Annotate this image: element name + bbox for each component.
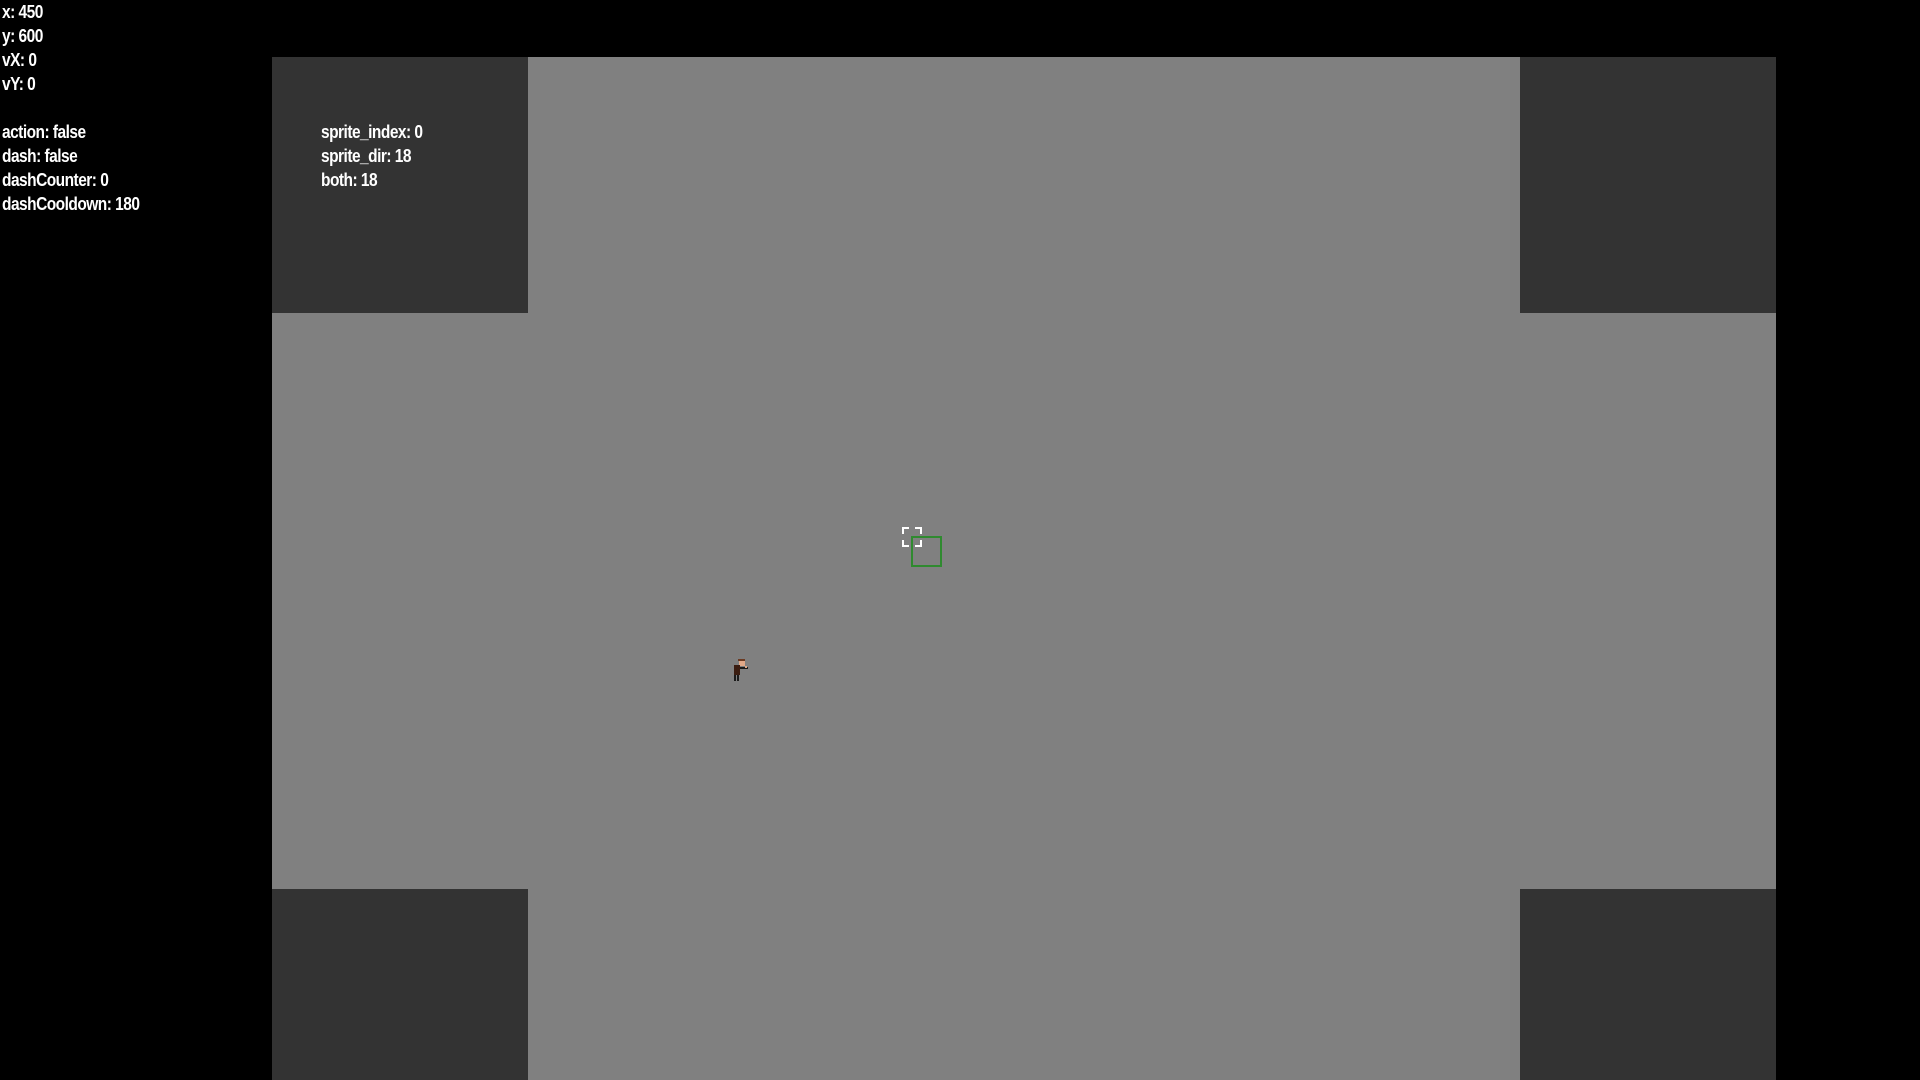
debug-both: both: 18 <box>321 170 378 190</box>
game-screen[interactable]: x: 450 y: 600 vX: 0 vY: 0 action: false … <box>0 0 1920 1080</box>
debug-vx: vX: 0 <box>2 50 37 70</box>
player-sprite[interactable] <box>732 659 750 681</box>
debug-action: action: false <box>2 122 86 142</box>
debug-dash-cooldown: dashCooldown: 180 <box>2 194 140 214</box>
debug-dash-counter: dashCounter: 0 <box>2 170 109 190</box>
wall-bottom-left <box>272 889 528 1080</box>
debug-x: x: 450 <box>2 2 43 22</box>
wall-top-right <box>1520 57 1776 313</box>
debug-sprite-dir: sprite_dir: 18 <box>321 146 412 166</box>
debug-sprite-index: sprite_index: 0 <box>321 122 423 142</box>
debug-dash: dash: false <box>2 146 78 166</box>
debug-hud: x: 450 y: 600 vX: 0 vY: 0 action: false … <box>2 0 140 216</box>
arena-floor <box>272 57 1776 1080</box>
debug-y: y: 600 <box>2 26 43 46</box>
target-box <box>911 536 942 567</box>
sprite-debug-hud: sprite_index: 0 sprite_dir: 18 both: 18 <box>321 120 423 192</box>
hud-spacer <box>2 96 139 120</box>
wall-bottom-right <box>1520 889 1776 1080</box>
debug-vy: vY: 0 <box>2 74 36 94</box>
